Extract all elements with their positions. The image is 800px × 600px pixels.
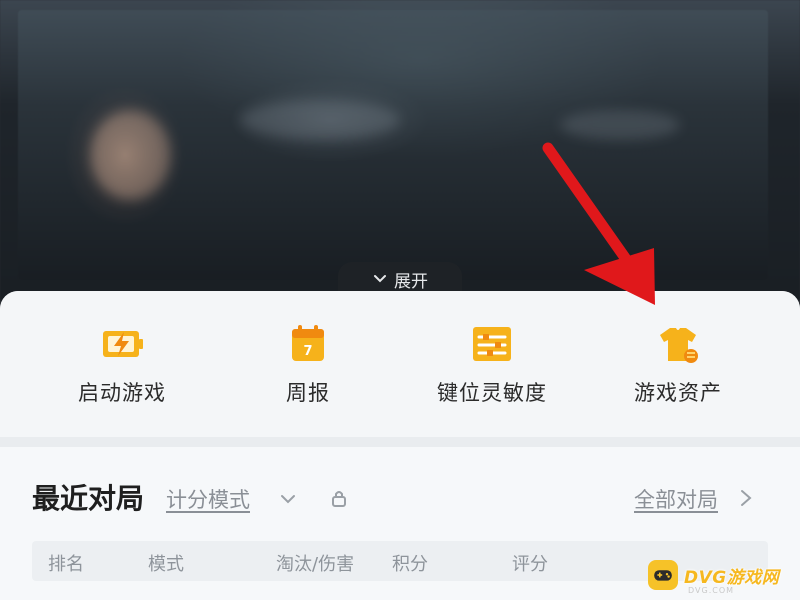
- quick-action-launch-game[interactable]: 启动游戏: [32, 321, 212, 407]
- quick-action-game-assets[interactable]: 游戏资产: [588, 321, 768, 407]
- lightning-battery-icon: [103, 331, 143, 357]
- quick-actions-row: 启动游戏 7 周报 键位灵敏度 游戏资产: [0, 291, 800, 437]
- column-header-kills-damage: 淘汰/伤害: [276, 554, 355, 575]
- quick-action-label: 周报: [286, 381, 330, 405]
- watermark-subtext: DVG.COM: [688, 586, 735, 595]
- score-mode-dropdown[interactable]: 计分模式: [166, 484, 250, 514]
- quick-action-label: 键位灵敏度: [437, 381, 547, 405]
- expand-label: 展开: [394, 271, 428, 292]
- section-divider: [0, 437, 800, 447]
- blurred-text-blob: [560, 110, 680, 140]
- blurred-avatar: [90, 110, 170, 200]
- tshirt-coin-icon: [660, 328, 698, 363]
- all-matches-link[interactable]: 全部对局: [634, 484, 718, 514]
- bottom-panel: 启动游戏 7 周报 键位灵敏度 游戏资产 最近对局 计分模式 全部对局 排名 模…: [0, 291, 800, 600]
- chevron-right-icon[interactable]: [738, 487, 754, 509]
- chevron-down-icon: [374, 275, 386, 283]
- chevron-down-icon[interactable]: [278, 489, 298, 509]
- recent-matches-title: 最近对局: [32, 482, 145, 515]
- column-header-rank: 排名: [48, 554, 84, 575]
- blurred-text-blob: [240, 100, 400, 140]
- watermark-text: DVG游戏网: [684, 567, 780, 588]
- quick-action-label: 启动游戏: [78, 381, 166, 405]
- svg-text:7: 7: [303, 344, 312, 359]
- lock-icon: [332, 491, 346, 507]
- column-header-points: 积分: [392, 554, 428, 575]
- sliders-icon: [473, 327, 511, 361]
- quick-action-label: 游戏资产: [634, 381, 722, 405]
- quick-action-weekly-report[interactable]: 7 周报: [218, 321, 398, 407]
- column-header-rating: 评分: [512, 554, 548, 575]
- blurred-game-banner: [0, 0, 800, 300]
- quick-action-key-sensitivity[interactable]: 键位灵敏度: [402, 321, 582, 407]
- column-header-mode: 模式: [148, 554, 184, 575]
- calendar-icon: 7: [292, 325, 324, 361]
- gamepad-icon: [648, 560, 678, 590]
